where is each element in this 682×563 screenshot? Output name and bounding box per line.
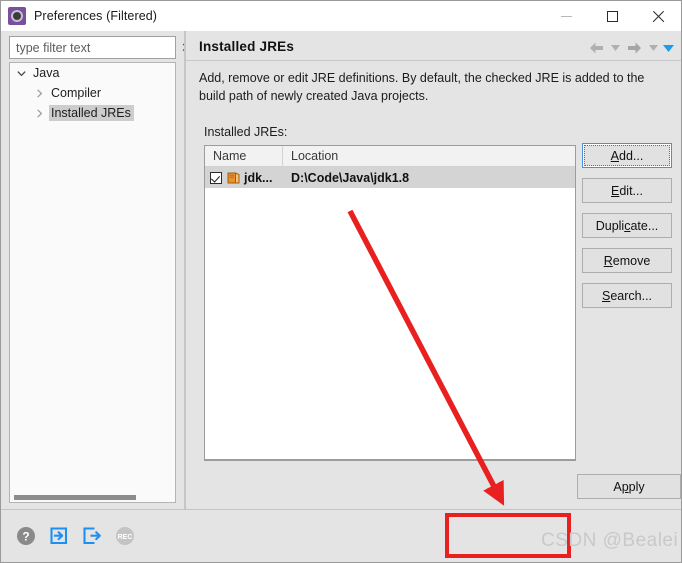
- caret-down-blue-icon: [662, 44, 674, 52]
- edit-button-label: dit...: [619, 183, 643, 198]
- apply-button-label-a: A: [613, 479, 622, 494]
- tree-item-java[interactable]: Java: [10, 63, 175, 83]
- page-title: Installed JREs: [199, 39, 295, 54]
- edit-button-mnemonic: E: [611, 183, 620, 198]
- tree-item-label: Compiler: [51, 86, 102, 100]
- back-history-dropdown[interactable]: [608, 38, 622, 58]
- title-bar: Preferences (Filtered): [1, 1, 681, 31]
- svg-text:?: ?: [22, 530, 29, 544]
- chevron-down-icon[interactable]: [14, 66, 28, 80]
- remove-button-mnemonic: R: [603, 253, 613, 268]
- search-button-mnemonic: S: [601, 288, 611, 303]
- forward-history-dropdown[interactable]: [646, 38, 660, 58]
- scrollbar-thumb[interactable]: [14, 495, 136, 500]
- bottom-icon-group: ? REC: [15, 525, 136, 547]
- caret-down-icon: [648, 45, 658, 51]
- search-input[interactable]: [10, 38, 181, 57]
- forward-button[interactable]: [623, 38, 645, 58]
- add-button-mnemonic: A: [610, 148, 619, 163]
- close-button[interactable]: [635, 1, 681, 31]
- rec-icon: REC: [114, 525, 136, 547]
- jre-book-icon: [227, 171, 240, 184]
- table-header: Name Location: [205, 146, 575, 167]
- window-controls: [543, 1, 681, 31]
- header-separator: [186, 60, 681, 61]
- minimize-button[interactable]: [543, 1, 589, 31]
- jre-table[interactable]: Name Location jdk... D:\Code\Java\jdk1.8: [204, 145, 576, 461]
- remove-button-label: emove: [612, 253, 651, 268]
- edit-button[interactable]: Edit...: [582, 178, 672, 203]
- remove-button[interactable]: Remove: [582, 248, 672, 273]
- preferences-gear-icon: [8, 7, 26, 25]
- import-icon[interactable]: [48, 525, 70, 547]
- apply-button-mnemonic: p: [621, 479, 629, 494]
- window-title: Preferences (Filtered): [34, 9, 158, 23]
- search-button-label: earch...: [610, 288, 653, 303]
- installed-jres-label: Installed JREs:: [204, 125, 288, 139]
- content-pane: Installed JREs Add, remove or edit JRE d…: [186, 31, 681, 509]
- apply-button[interactable]: Ap ply: [577, 474, 681, 499]
- tree-item-compiler[interactable]: Compiler: [10, 83, 175, 103]
- maximize-icon: [606, 10, 618, 22]
- duplicate-button-label-a: Dupli: [595, 218, 625, 233]
- tree-item-label: Java: [33, 66, 60, 80]
- table-bottom-border: [205, 459, 575, 460]
- svg-text:REC: REC: [118, 534, 133, 541]
- back-button[interactable]: [585, 38, 607, 58]
- add-button[interactable]: Add...: [582, 143, 672, 168]
- chevron-right-icon[interactable]: [32, 86, 46, 100]
- sidebar: ✕ Java Compiler: [1, 31, 192, 509]
- jre-action-buttons: Add... Edit... Dupli c ate... Remove Searc…: [582, 143, 672, 308]
- close-icon: [652, 10, 665, 23]
- page-description: Add, remove or edit JRE definitions. By …: [199, 71, 645, 103]
- tree-horizontal-scrollbar[interactable]: [11, 493, 175, 501]
- chevron-right-icon[interactable]: [32, 106, 46, 120]
- maximize-button[interactable]: [589, 1, 635, 31]
- row-checkbox[interactable]: [210, 171, 222, 184]
- export-icon[interactable]: [81, 525, 103, 547]
- help-icon[interactable]: ?: [15, 525, 37, 547]
- view-menu-button[interactable]: [661, 38, 675, 58]
- preference-tree[interactable]: Java Compiler Installed JREs: [9, 62, 176, 503]
- table-row[interactable]: jdk... D:\Code\Java\jdk1.8: [205, 167, 575, 188]
- arrow-left-icon: [589, 42, 603, 54]
- sidebar-item-installed-jres[interactable]: Installed JREs: [10, 103, 175, 123]
- tree-item-label: Installed JREs: [49, 105, 134, 121]
- duplicate-button[interactable]: Dupli c ate...: [582, 213, 672, 238]
- navigation-toolbar: [585, 38, 675, 58]
- filter-field-wrapper[interactable]: ✕: [9, 36, 192, 59]
- cell-name[interactable]: jdk...: [205, 167, 283, 188]
- column-header-name[interactable]: Name: [205, 146, 283, 166]
- bottom-bar: ? REC: [1, 509, 681, 562]
- cell-location[interactable]: D:\Code\Java\jdk1.8: [283, 167, 575, 188]
- cell-name-text: jdk...: [244, 170, 273, 185]
- duplicate-button-label-b: ate...: [630, 218, 659, 233]
- column-header-location[interactable]: Location: [283, 146, 575, 166]
- preferences-window: Preferences (Filtered) ✕: [0, 0, 682, 563]
- add-button-label: dd...: [619, 148, 644, 163]
- arrow-right-icon: [627, 42, 641, 54]
- apply-button-label-b: ply: [628, 479, 645, 494]
- minimize-icon: [560, 15, 572, 17]
- search-button[interactable]: Search...: [582, 283, 672, 308]
- caret-down-icon: [610, 45, 620, 51]
